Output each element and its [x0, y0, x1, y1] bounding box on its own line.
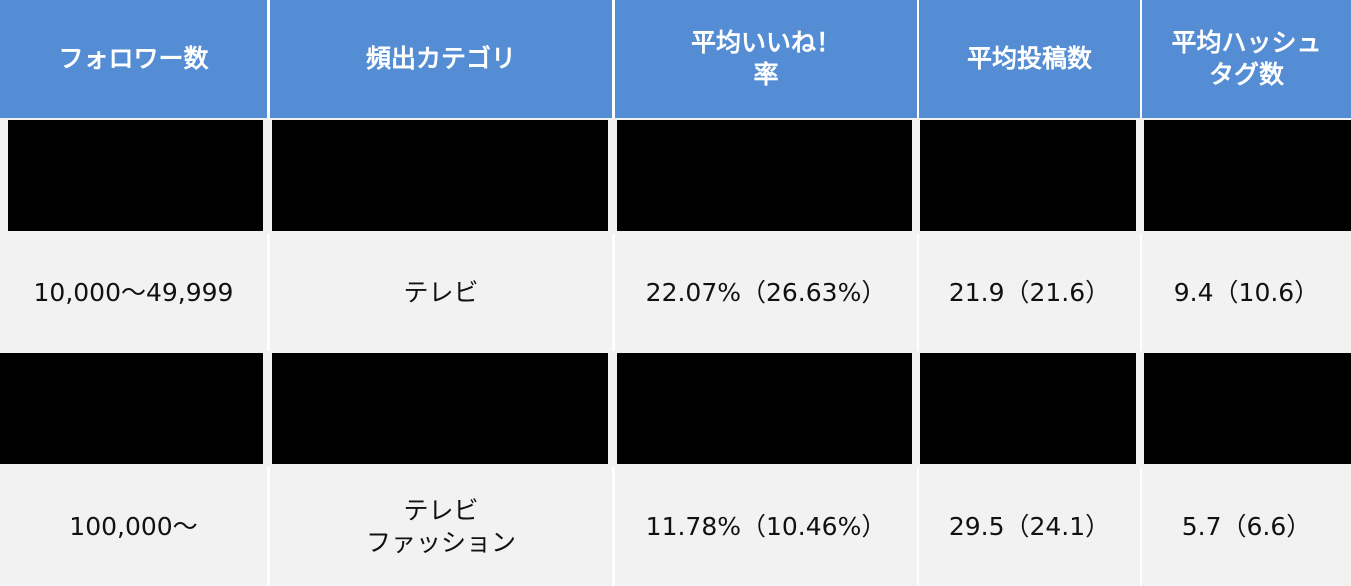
header-follower-count: フォロワー数 — [0, 0, 267, 118]
table-cell: 10,000〜49,999 — [0, 234, 267, 351]
table-cell: テレビ ファッション — [270, 467, 612, 586]
header-avg-like-rate: 平均いいね！ 率 — [615, 0, 917, 118]
cell-text: 22.07%（26.63%） — [645, 277, 887, 307]
cell-text: 9.4（10.6） — [1173, 277, 1320, 307]
table-cell: テレビ — [270, 234, 612, 351]
cell-text: 5.7（6.6） — [1181, 511, 1312, 541]
table-cell: 100,000〜 — [0, 467, 267, 586]
redaction-block — [272, 120, 608, 231]
table-cell: 29.5（24.1） — [919, 467, 1140, 586]
header-avg-posts: 平均投稿数 — [919, 0, 1140, 118]
redaction-block — [920, 120, 1136, 231]
header-line: 平均投稿数 — [966, 44, 1092, 73]
table-cell: 5.7（6.6） — [1142, 467, 1351, 586]
cell-text: 21.9（21.6） — [948, 277, 1111, 307]
table-cell: 11.78%（10.46%） — [615, 467, 917, 586]
redaction-block — [617, 353, 912, 464]
redaction-block — [1144, 353, 1351, 464]
redaction-block — [617, 120, 912, 231]
cell-text: 11.78%（10.46%） — [645, 511, 887, 541]
cell-text: テレビ — [403, 277, 479, 307]
redaction-block — [0, 353, 263, 464]
header-frequent-category: 頻出カテゴリ — [270, 0, 612, 118]
cell-text: テレビ — [403, 495, 479, 525]
redaction-block — [1144, 120, 1351, 231]
cell-text: 10,000〜49,999 — [33, 277, 234, 307]
header-line: タグ数 — [1208, 60, 1284, 89]
table-cell: 9.4（10.6） — [1142, 234, 1351, 351]
header-line: 頻出カテゴリ — [365, 44, 516, 73]
header-avg-hashtags: 平均ハッシュ タグ数 — [1142, 0, 1351, 118]
table-cell: 22.07%（26.63%） — [615, 234, 917, 351]
redaction-block — [272, 353, 608, 464]
header-line: 平均いいね！ — [690, 28, 841, 57]
header-line: 率 — [753, 60, 779, 89]
cell-text: ファッション — [365, 527, 516, 557]
redaction-block — [8, 120, 263, 231]
table-cell: 21.9（21.6） — [919, 234, 1140, 351]
cell-text: 29.5（24.1） — [948, 511, 1111, 541]
cell-text: 100,000〜 — [69, 511, 198, 541]
header-line: フォロワー数 — [58, 44, 209, 73]
redaction-block — [920, 353, 1136, 464]
header-line: 平均ハッシュ — [1171, 28, 1322, 57]
